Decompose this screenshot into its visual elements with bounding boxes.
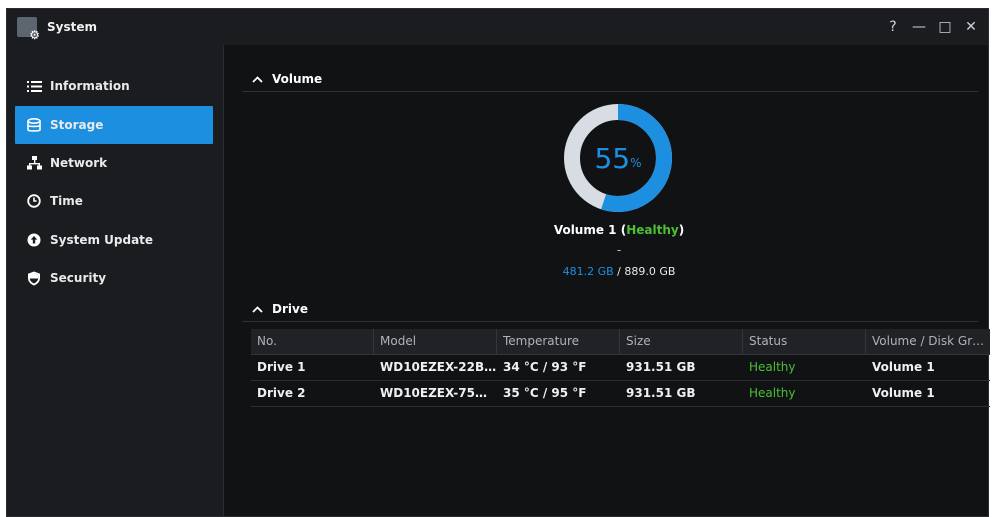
- usage-percent-sign: %: [630, 156, 642, 170]
- volume-capacity: 481.2 GB / 889.0 GB: [424, 265, 814, 278]
- drive-number: Drive 2: [257, 386, 306, 400]
- drive-status: Healthy: [749, 360, 796, 374]
- usage-percent: 55%: [562, 102, 674, 214]
- volume-name: Volume 1 (Healthy): [553, 223, 685, 237]
- sidebar-item-label: Information: [50, 79, 130, 93]
- column-header-no[interactable]: No.: [251, 329, 374, 354]
- clock-icon: [26, 193, 42, 209]
- drive-model: WD10EZEX-22B…: [380, 360, 497, 374]
- sidebar-item-label: System Update: [50, 233, 154, 247]
- column-header-size[interactable]: Size: [620, 329, 743, 354]
- table-header-row: No. Model Temperature Size Status Volume…: [251, 329, 990, 355]
- column-header-model[interactable]: Model: [374, 329, 497, 354]
- gear-icon: ⚙: [29, 28, 40, 42]
- window-title: System: [47, 20, 97, 34]
- column-header-temperature[interactable]: Temperature: [497, 329, 620, 354]
- volume-description: -: [616, 243, 622, 257]
- drive-status: Healthy: [749, 386, 796, 400]
- drive-table: No. Model Temperature Size Status Volume…: [251, 329, 990, 407]
- drive-model: WD10EZEX-75W…: [380, 386, 497, 400]
- usage-percent-value: 55: [594, 141, 631, 175]
- drive-section-title: Drive: [272, 302, 308, 316]
- table-row[interactable]: Drive 2 WD10EZEX-75W… 35 °C / 95 °F 931.…: [251, 381, 990, 407]
- volume-used: 481.2 GB: [562, 265, 614, 278]
- minimize-button[interactable]: —: [908, 19, 930, 35]
- volume-total: 889.0 GB: [624, 265, 676, 278]
- sidebar: Information Storage Network Time System …: [7, 45, 224, 516]
- chevron-up-icon: [252, 303, 266, 316]
- volume-section-title: Volume: [272, 72, 323, 86]
- help-button[interactable]: ?: [882, 19, 904, 35]
- shield-icon: [26, 270, 42, 286]
- chevron-up-icon: [252, 73, 266, 86]
- sidebar-item-label: Network: [50, 156, 108, 170]
- network-icon: [26, 155, 42, 171]
- volume-section-header[interactable]: Volume: [242, 67, 978, 92]
- sidebar-item-network[interactable]: Network: [15, 144, 213, 182]
- sidebar-item-time[interactable]: Time: [15, 182, 213, 220]
- system-app-icon: ⚙: [17, 17, 40, 41]
- volume-status: Healthy: [626, 223, 679, 237]
- sidebar-item-information[interactable]: Information: [15, 67, 213, 105]
- column-header-volume[interactable]: Volume / Disk Gr…: [866, 329, 989, 354]
- upload-icon: [26, 232, 42, 248]
- drive-number: Drive 1: [257, 360, 306, 374]
- window-controls: ? — □ ✕: [878, 9, 982, 45]
- drive-section-header[interactable]: Drive: [242, 297, 978, 322]
- capacity-separator: /: [613, 265, 625, 278]
- list-icon: [26, 78, 42, 94]
- database-icon: [26, 117, 42, 133]
- volume-name-text: Volume 1: [553, 223, 617, 237]
- sidebar-item-system-update[interactable]: System Update: [15, 221, 213, 259]
- drive-size: 931.51 GB: [626, 360, 696, 374]
- table-row[interactable]: Drive 1 WD10EZEX-22B… 34 °C / 93 °F 931.…: [251, 355, 990, 381]
- close-button[interactable]: ✕: [960, 19, 982, 35]
- sidebar-item-label: Time: [50, 194, 83, 208]
- sidebar-item-security[interactable]: Security: [15, 259, 213, 297]
- drive-temperature: 34 °C / 93 °F: [503, 360, 587, 374]
- drive-temperature: 35 °C / 95 °F: [503, 386, 587, 400]
- sidebar-item-storage[interactable]: Storage: [15, 106, 213, 144]
- column-header-status[interactable]: Status: [743, 329, 866, 354]
- drive-volume: Volume 1: [872, 386, 935, 400]
- main-panel: Volume 55% Volume 1 (Healthy) - 481.2 GB…: [224, 45, 990, 516]
- maximize-button[interactable]: □: [934, 19, 956, 35]
- sidebar-item-label: Security: [50, 271, 107, 285]
- drive-volume: Volume 1: [872, 360, 935, 374]
- system-window: ⚙ System ? — □ ✕ Information Storage Net…: [6, 8, 990, 517]
- title-bar: ⚙ System ? — □ ✕: [7, 9, 988, 45]
- sidebar-item-label: Storage: [50, 118, 104, 132]
- drive-size: 931.51 GB: [626, 386, 696, 400]
